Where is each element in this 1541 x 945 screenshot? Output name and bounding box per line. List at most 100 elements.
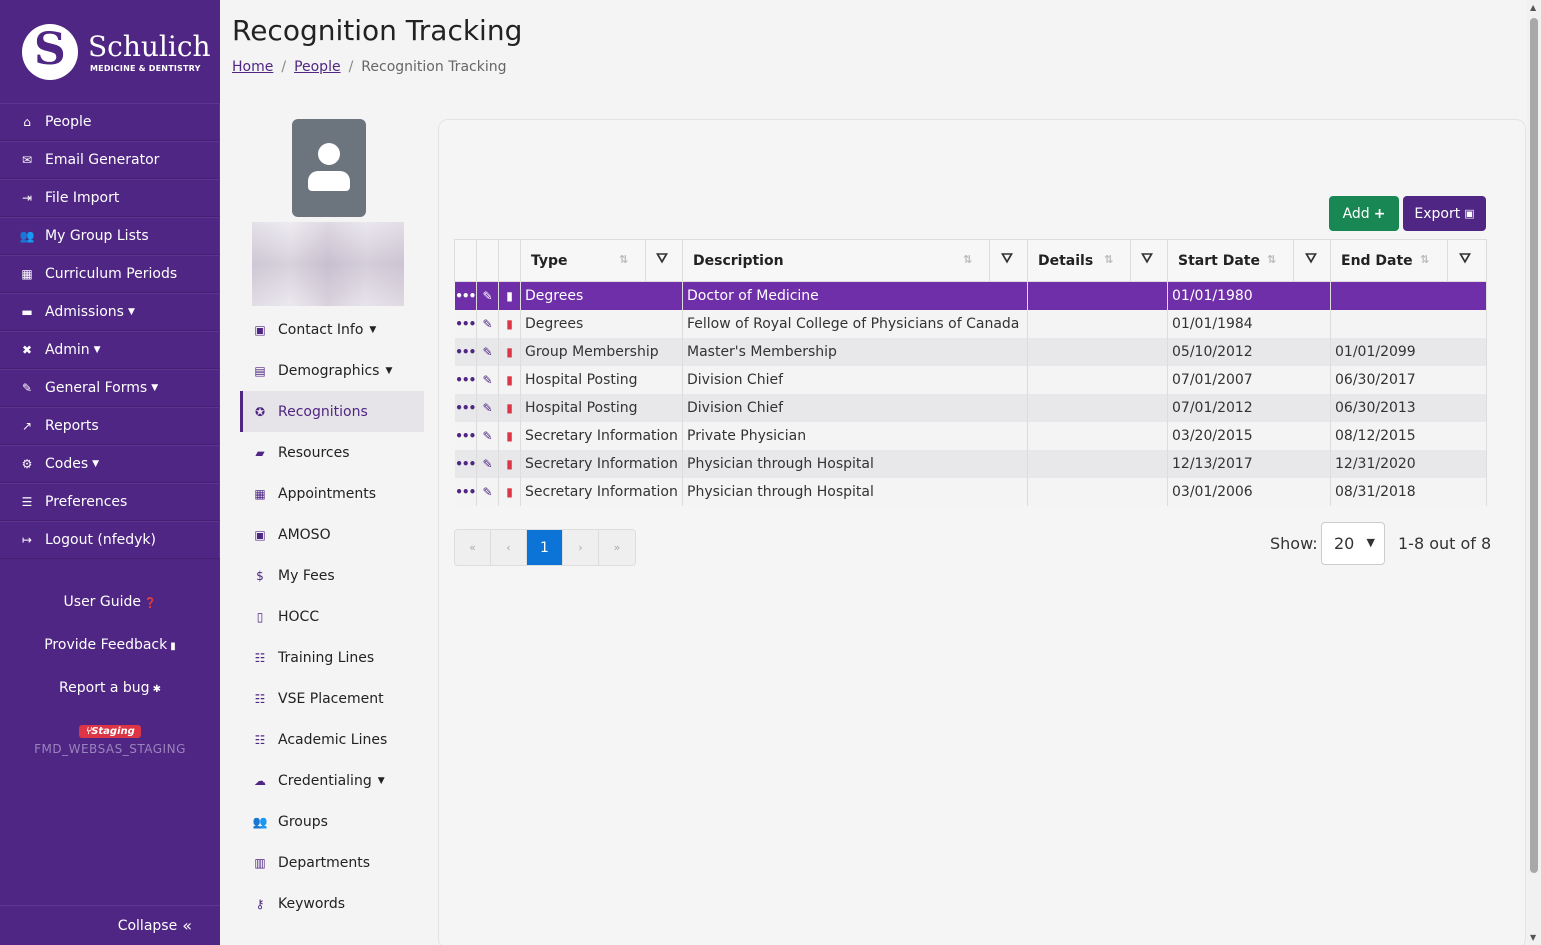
profile-menu-amoso[interactable]: ▣ AMOSO bbox=[240, 514, 424, 555]
provide-feedback-link[interactable]: Provide Feedback ▮ bbox=[0, 633, 220, 676]
sidebar-footer-links: User Guide ❓ Provide Feedback ▮ Report a b… bbox=[0, 590, 220, 756]
key-icon: ⚷ bbox=[255, 896, 265, 911]
profile-menu-groups[interactable]: 👥 Groups bbox=[240, 801, 424, 842]
page-scrollbar[interactable]: ▲ ▼ bbox=[1527, 0, 1541, 945]
cell-details bbox=[1027, 449, 1168, 478]
profile-menu-hocc[interactable]: ▯ HOCC bbox=[240, 596, 424, 637]
row-menu-icon[interactable]: ••• bbox=[454, 449, 477, 478]
delete-trash-icon[interactable]: ▮ bbox=[498, 309, 521, 338]
filter-icon[interactable]: ⛛ bbox=[1456, 251, 1474, 269]
delete-trash-icon[interactable]: ▮ bbox=[498, 421, 521, 450]
sort-icon[interactable]: ⇅ bbox=[1267, 253, 1276, 266]
column-header-start-date[interactable]: Start Date ⇅ ⛛ bbox=[1167, 239, 1331, 282]
column-header-end-date[interactable]: End Date ⇅ ⛛ bbox=[1330, 239, 1487, 282]
profile-menu-keywords[interactable]: ⚷ Keywords bbox=[240, 883, 424, 924]
caret-down-icon: ▼ bbox=[377, 775, 385, 786]
sort-icon[interactable]: ⇅ bbox=[619, 253, 628, 266]
sort-icon[interactable]: ⇅ bbox=[1104, 253, 1113, 266]
cell-description: Physician through Hospital bbox=[682, 449, 1028, 478]
row-menu-icon[interactable]: ••• bbox=[454, 281, 477, 310]
filter-icon[interactable]: ⛛ bbox=[998, 251, 1016, 269]
scroll-down-arrow-icon[interactable]: ▼ bbox=[1530, 933, 1536, 942]
delete-trash-icon[interactable]: ▮ bbox=[498, 281, 521, 310]
table-row[interactable]: ••• ✎ ▮ Secretary Information Private Ph… bbox=[454, 421, 1487, 450]
profile-menu-recognitions[interactable]: ✪ Recognitions bbox=[240, 391, 424, 432]
delete-trash-icon[interactable]: ▮ bbox=[498, 365, 521, 394]
collapse-sidebar-button[interactable]: Collapse « bbox=[0, 905, 220, 945]
table-row[interactable]: ••• ✎ ▮ Secretary Information Physician … bbox=[454, 449, 1487, 478]
delete-trash-icon[interactable]: ▮ bbox=[498, 393, 521, 422]
table-row[interactable]: ••• ✎ ▮ Degrees Fellow of Royal College … bbox=[454, 309, 1487, 338]
nav-item-codes[interactable]: ⚙ Codes ▼ bbox=[0, 445, 220, 483]
delete-trash-icon[interactable]: ▮ bbox=[498, 337, 521, 366]
table-row[interactable]: ••• ✎ ▮ Degrees Doctor of Medicine 01/01… bbox=[454, 281, 1487, 310]
row-menu-icon[interactable]: ••• bbox=[454, 309, 477, 338]
last-page-button[interactable]: » bbox=[599, 530, 635, 565]
profile-menu-departments[interactable]: ▥ Departments bbox=[240, 842, 424, 883]
profile-menu-appointments[interactable]: ▦ Appointments bbox=[240, 473, 424, 514]
table-row[interactable]: ••• ✎ ▮ Hospital Posting Division Chief … bbox=[454, 365, 1487, 394]
profile-menu-contact-info[interactable]: ▣ Contact Info ▼ bbox=[240, 309, 424, 350]
column-header-details[interactable]: Details ⇅ ⛛ bbox=[1027, 239, 1168, 282]
filter-icon[interactable]: ⛛ bbox=[1302, 251, 1320, 269]
profile-menu-demographics[interactable]: ▤ Demographics ▼ bbox=[240, 350, 424, 391]
profile-menu-training-lines[interactable]: ☷ Training Lines bbox=[240, 637, 424, 678]
next-page-button[interactable]: › bbox=[563, 530, 599, 565]
nav-item-email-generator[interactable]: ✉ Email Generator bbox=[0, 141, 220, 179]
profile-menu-my-fees[interactable]: $ My Fees bbox=[240, 555, 424, 596]
row-menu-icon[interactable]: ••• bbox=[454, 393, 477, 422]
edit-pencil-icon[interactable]: ✎ bbox=[476, 365, 499, 394]
row-menu-icon[interactable]: ••• bbox=[454, 365, 477, 394]
scroll-up-arrow-icon[interactable]: ▲ bbox=[1530, 3, 1536, 12]
page-1-button[interactable]: 1 bbox=[527, 530, 563, 565]
edit-pencil-icon[interactable]: ✎ bbox=[476, 309, 499, 338]
table-row[interactable]: ••• ✎ ▮ Secretary Information Physician … bbox=[454, 477, 1487, 506]
filter-icon[interactable]: ⛛ bbox=[653, 251, 671, 269]
first-page-button[interactable]: « bbox=[455, 530, 491, 565]
profile-menu-vse-placement[interactable]: ☷ VSE Placement bbox=[240, 678, 424, 719]
nav-item-general-forms[interactable]: ✎ General Forms ▼ bbox=[0, 369, 220, 407]
nav-item-people[interactable]: ⌂ People bbox=[0, 103, 220, 141]
filter-icon[interactable]: ⛛ bbox=[1138, 251, 1156, 269]
nav-item-logout[interactable]: ↦ Logout (nfedyk) bbox=[0, 521, 220, 559]
nav-item-file-import[interactable]: ⇥ File Import bbox=[0, 179, 220, 217]
delete-trash-icon[interactable]: ▮ bbox=[498, 477, 521, 506]
edit-pencil-icon[interactable]: ✎ bbox=[476, 337, 499, 366]
nav-item-admissions[interactable]: ▬ Admissions ▼ bbox=[0, 293, 220, 331]
chevron-down-icon: ▼ bbox=[1366, 536, 1375, 549]
profile-menu-resources[interactable]: ▰ Resources bbox=[240, 432, 424, 473]
add-button[interactable]: Add + bbox=[1329, 196, 1399, 231]
table-row[interactable]: ••• ✎ ▮ Hospital Posting Division Chief … bbox=[454, 393, 1487, 422]
nav-item-curriculum-periods[interactable]: ▦ Curriculum Periods bbox=[0, 255, 220, 293]
nav-item-admin[interactable]: ✖ Admin ▼ bbox=[0, 331, 220, 369]
schulich-logo[interactable]: S Schulich MEDICINE & DENTISTRY bbox=[22, 24, 211, 80]
breadcrumb-home[interactable]: Home bbox=[232, 59, 273, 75]
nav-item-my-group-lists[interactable]: 👥 My Group Lists bbox=[0, 217, 220, 255]
edit-pencil-icon[interactable]: ✎ bbox=[476, 421, 499, 450]
report-bug-link[interactable]: Report a bug ✱ bbox=[0, 676, 220, 719]
column-header-description[interactable]: Description ⇅ ⛛ bbox=[682, 239, 1028, 282]
scrollbar-thumb[interactable] bbox=[1530, 18, 1538, 873]
edit-pencil-icon[interactable]: ✎ bbox=[476, 477, 499, 506]
sort-icon[interactable]: ⇅ bbox=[963, 253, 972, 266]
row-menu-icon[interactable]: ••• bbox=[454, 477, 477, 506]
export-button[interactable]: Export ▣ bbox=[1403, 196, 1486, 231]
nav-item-reports[interactable]: ↗ Reports bbox=[0, 407, 220, 445]
home-icon: ⌂ bbox=[23, 115, 31, 129]
profile-menu-credentialing[interactable]: ☁ Credentialing ▼ bbox=[240, 760, 424, 801]
breadcrumb-people[interactable]: People bbox=[294, 59, 341, 75]
sort-icon[interactable]: ⇅ bbox=[1420, 253, 1429, 266]
delete-trash-icon[interactable]: ▮ bbox=[498, 449, 521, 478]
page-size-select[interactable]: 20 ▼ bbox=[1321, 522, 1385, 565]
prev-page-button[interactable]: ‹ bbox=[491, 530, 527, 565]
row-menu-icon[interactable]: ••• bbox=[454, 337, 477, 366]
edit-pencil-icon[interactable]: ✎ bbox=[476, 449, 499, 478]
table-row[interactable]: ••• ✎ ▮ Group Membership Master's Member… bbox=[454, 337, 1487, 366]
edit-pencil-icon[interactable]: ✎ bbox=[476, 281, 499, 310]
column-header-type[interactable]: Type ⇅ ⛛ bbox=[520, 239, 683, 282]
edit-pencil-icon[interactable]: ✎ bbox=[476, 393, 499, 422]
profile-menu-academic-lines[interactable]: ☷ Academic Lines bbox=[240, 719, 424, 760]
user-guide-link[interactable]: User Guide ❓ bbox=[0, 590, 220, 633]
nav-item-preferences[interactable]: ☰ Preferences bbox=[0, 483, 220, 521]
row-menu-icon[interactable]: ••• bbox=[454, 421, 477, 450]
